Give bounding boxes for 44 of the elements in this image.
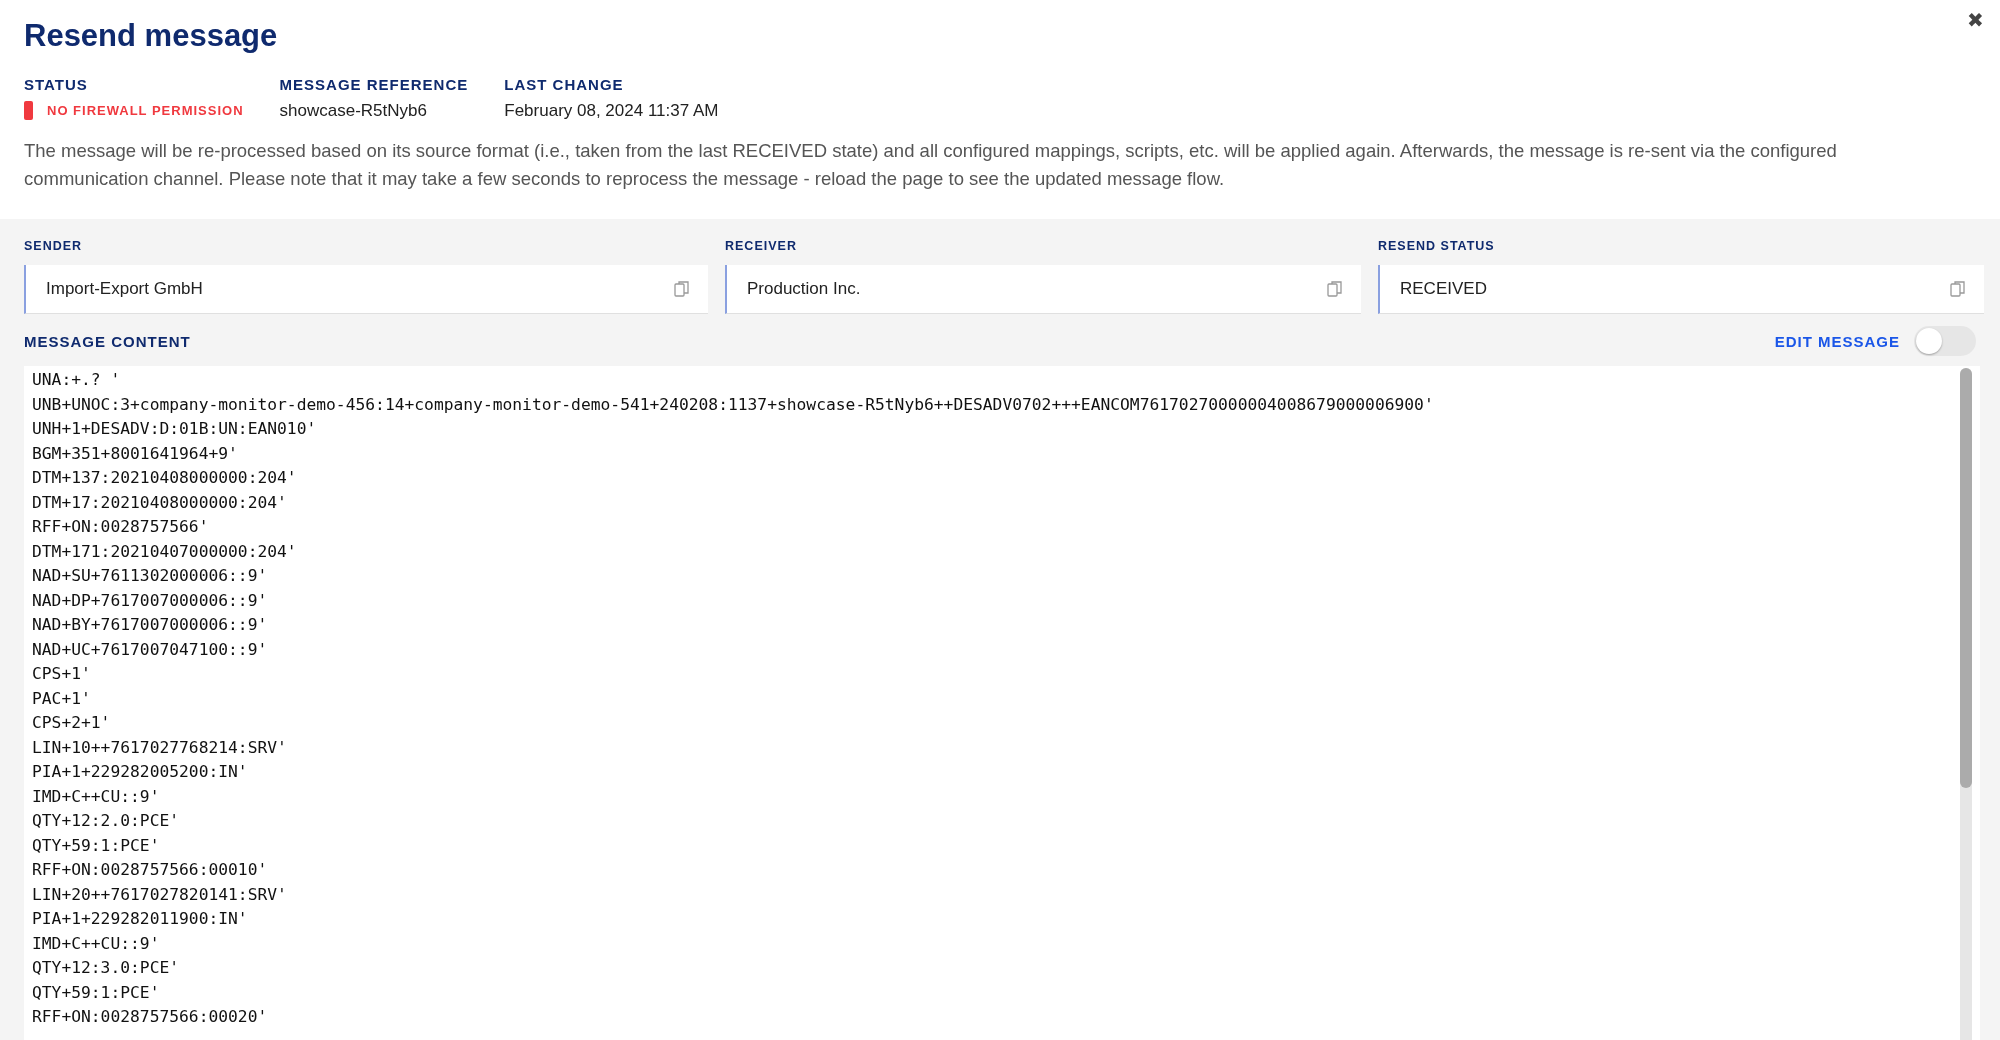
readonly-field[interactable]: RECEIVED xyxy=(1378,265,1984,314)
code-line: PIA+1+229282005200:IN' xyxy=(32,761,249,783)
code-line: PAC+1' xyxy=(32,687,92,710)
code-line: NAD+BY+7617007000006::9' xyxy=(32,614,269,636)
code-line: QTY+59:1:PCE' xyxy=(32,834,161,857)
code-line: RFF+ON:0028757566:00020' xyxy=(32,1006,269,1028)
meta-label: MESSAGE REFERENCE xyxy=(279,76,469,93)
code-line: QTY+12:2.0:PCE' xyxy=(32,810,181,832)
code-line: NAD+SU+7611302000006::9' xyxy=(32,565,269,587)
readonly-field[interactable]: Import-Export GmbH xyxy=(24,265,708,314)
meta-label: LAST CHANGE xyxy=(504,76,625,93)
edit-message-label: EDIT MESSAGE xyxy=(1774,332,1900,350)
code-line: LIN+20++7617027820141:SRV' xyxy=(32,883,288,906)
code-line: BGM+351+8001641964+9' xyxy=(32,442,239,465)
dialog-title: Resend message xyxy=(24,18,279,54)
code-line: IMD+C++CU::9' xyxy=(32,932,161,955)
code-line: QTY+12:3.0:PCE' xyxy=(32,957,181,979)
field-label: RECEIVER xyxy=(725,239,798,253)
code-line: IMD+C++CU::9' xyxy=(32,785,161,808)
code-line: PIA+1+229282011900:IN' xyxy=(32,908,249,930)
code-line: CPS+1' xyxy=(32,663,92,685)
field-label: RESEND STATUS xyxy=(1378,239,1496,253)
readonly-field[interactable]: Production Inc. xyxy=(725,265,1361,314)
field-label: SENDER xyxy=(24,239,84,253)
status-text: NO FIREWALL PERMISSION xyxy=(47,103,244,118)
code-line: CPS+2+1' xyxy=(32,712,112,734)
code-line: DTM+17:20210408000000:204' xyxy=(32,491,288,514)
meta-value: showcase-R5tNyb6 xyxy=(279,101,428,121)
code-line: UNB+UNOC:3+company-monitor-demo-456:14+company-monitor-demo-541+240208:1137+showcase-R5tNyb6++DESADV0702+++EANCOM76170270000004008679000006900' xyxy=(32,393,1435,416)
code-line: DTM+137:20210408000000:204' xyxy=(32,467,298,489)
meta-label: STATUS xyxy=(24,76,89,93)
code-line: RFF+ON:0028757566:00010' xyxy=(32,859,269,881)
close-button[interactable]: ✖ xyxy=(1965,6,1986,34)
code-line: QTY+59:1:PCE' xyxy=(32,981,161,1004)
section-label: MESSAGE CONTENT xyxy=(24,332,191,350)
meta-value: February 08, 2024 11:37 AM xyxy=(504,101,719,121)
code-line: NAD+DP+7617007000006::9' xyxy=(32,589,269,612)
code-line: RFF+ON:0028757566' xyxy=(32,516,210,538)
code-line: NAD+UC+7617007047100::9' xyxy=(32,638,269,661)
code-line: UNA:+.? ' xyxy=(32,369,122,391)
description-text: The message will be re-processed based on its source format (i.e., taken from the last RECEIVED state) and all configured mappings, scripts, etc. will be applied again. Afterwards, the message is re-sent via the configured communication channel. Please note that it may take a few seconds to reprocess the message - reload the page to see the updated message flow. xyxy=(24,139,1838,191)
code-line: DTM+171:20210407000000:204' xyxy=(32,540,298,563)
code-line: UNH+1+DESADV:D:01B:UN:EAN010' xyxy=(32,418,318,440)
code-line: LIN+10++7617027768214:SRV' xyxy=(32,736,288,759)
